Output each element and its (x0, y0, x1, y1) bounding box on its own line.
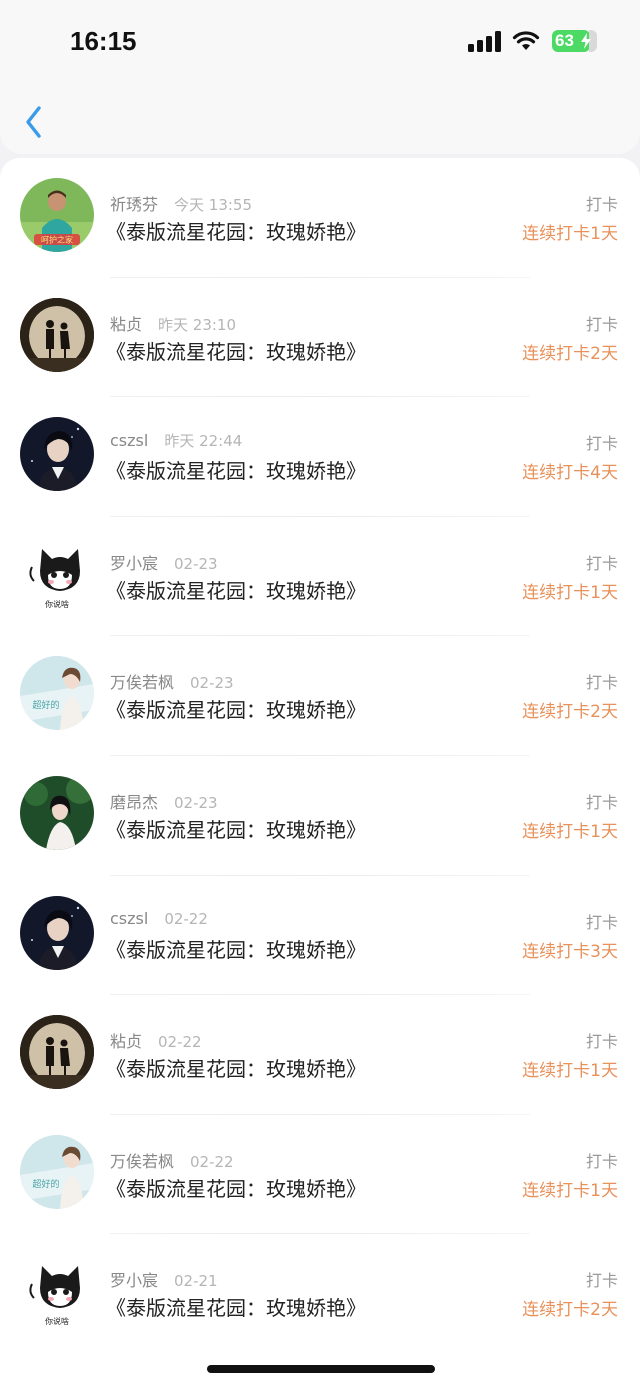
svg-text:呵护之家: 呵护之家 (41, 235, 73, 245)
checkin-tag: 打卡 (585, 195, 618, 214)
checkin-time: 02-23 (174, 554, 218, 573)
streak-label: 连续打卡1天 (522, 821, 618, 842)
item-meta: 祈琇芬 今天 13:55 (110, 191, 252, 215)
list-item[interactable]: 超好的 万俟若枫 02-22 《泰版流星花园：玫瑰娇艳》 打卡 连续打卡1天 (0, 1115, 640, 1235)
dark-portrait-avatar[interactable] (20, 895, 94, 970)
item-meta: 万俟若枫 02-22 (110, 1148, 234, 1172)
drama-title[interactable]: 《泰版流星花园：玫瑰娇艳》 (106, 1053, 366, 1082)
cartoon-cat-avatar[interactable]: 你说啥 (20, 1254, 94, 1329)
user-name[interactable]: cszsl (110, 909, 148, 928)
checkin-time: 02-23 (190, 674, 234, 693)
streak-label: 连续打卡1天 (522, 224, 618, 244)
item-meta: 粘贞 昨天 23:10 (110, 311, 236, 335)
list-item[interactable]: 超好的 万俟若枫 02-23 《泰版流星花园：玫瑰娇艳》 打卡 连续打卡2天 (0, 636, 640, 756)
item-meta: 磨昂杰 02-23 (110, 789, 218, 813)
drama-title[interactable]: 《泰版流星花园：玫瑰娇艳》 (106, 1292, 366, 1321)
user-name[interactable]: 粘贞 (110, 1032, 142, 1051)
item-meta: cszsl 昨天 22:44 (110, 430, 242, 451)
wifi-icon (512, 31, 540, 50)
svg-text:你说啥: 你说啥 (45, 599, 69, 609)
streak-label: 连续打卡3天 (522, 941, 618, 962)
user-name[interactable]: cszsl (110, 431, 148, 450)
svg-text:你说啥: 你说啥 (45, 1316, 69, 1326)
status-time: 16:15 (70, 26, 137, 56)
checkin-tag: 打卡 (585, 912, 618, 932)
checkin-list: 呵护之家 祈琇芬 今天 13:55 《泰版流星花园：玫瑰娇艳》 打卡 连续打卡1天… (0, 158, 640, 1350)
cartoon-cat-avatar[interactable]: 你说啥 (20, 536, 94, 611)
drama-title[interactable]: 《泰版流星花园：玫瑰娇艳》 (106, 575, 366, 604)
user-name[interactable]: 粘贞 (110, 315, 142, 334)
drama-title[interactable]: 《泰版流星花园：玫瑰娇艳》 (106, 814, 366, 843)
drama-title[interactable]: 《泰版流星花园：玫瑰娇艳》 (106, 934, 366, 963)
list-item[interactable]: cszsl 昨天 22:44 《泰版流星花园：玫瑰娇艳》 打卡 连续打卡4天 (0, 397, 640, 517)
user-name[interactable]: 祈琇芬 (110, 195, 158, 214)
checkin-time: 02-22 (164, 909, 208, 928)
list-item[interactable]: 呵护之家 祈琇芬 今天 13:55 《泰版流星花园：玫瑰娇艳》 打卡 连续打卡1天 (0, 158, 640, 278)
checkin-tag: 打卡 (585, 314, 618, 334)
nav-bar (0, 86, 640, 154)
svg-text:超好的: 超好的 (32, 699, 59, 711)
pastel-girl-avatar[interactable]: 超好的 (20, 1134, 94, 1209)
checkin-time: 02-21 (174, 1272, 218, 1291)
list-item[interactable]: 粘贞 02-22 《泰版流星花园：玫瑰娇艳》 打卡 连续打卡1天 (0, 995, 640, 1115)
streak-label: 连续打卡1天 (522, 582, 618, 603)
list-item[interactable]: cszsl 02-22 《泰版流星花园：玫瑰娇艳》 打卡 连续打卡3天 (0, 876, 640, 996)
streak-label: 连续打卡4天 (522, 463, 618, 484)
list-item[interactable]: 粘贞 昨天 23:10 《泰版流星花园：玫瑰娇艳》 打卡 连续打卡2天 (0, 278, 640, 398)
checkin-time: 02-22 (158, 1033, 202, 1052)
checkin-tag: 打卡 (585, 673, 618, 693)
forest-girl-avatar[interactable] (20, 775, 94, 850)
streak-label: 连续打卡2天 (522, 702, 618, 723)
drama-title[interactable]: 《泰版流星花园：玫瑰娇艳》 (106, 694, 366, 723)
bottom-bar (0, 1350, 640, 1387)
checkin-time: 昨天 22:44 (164, 432, 243, 451)
item-meta: 罗小宸 02-21 (110, 1267, 218, 1291)
streak-label: 连续打卡1天 (522, 1180, 618, 1201)
user-name[interactable]: 万俟若枫 (110, 673, 174, 692)
checkin-tag: 打卡 (585, 553, 618, 573)
couple-silhouette-avatar[interactable] (20, 297, 94, 372)
checkin-tag: 打卡 (585, 1032, 618, 1052)
item-meta: cszsl 02-22 (110, 909, 208, 928)
cellular-signal-icon (468, 30, 502, 52)
item-meta: 万俟若枫 02-23 (110, 669, 234, 693)
checkin-time: 昨天 23:10 (158, 315, 237, 334)
charging-bolt-icon (581, 33, 591, 49)
streak-label: 连续打卡1天 (522, 1061, 618, 1082)
pastel-girl-avatar[interactable]: 超好的 (20, 656, 94, 731)
streak-label: 连续打卡2天 (522, 343, 618, 364)
drama-title[interactable]: 《泰版流星花园：玫瑰娇艳》 (106, 336, 366, 365)
streak-label: 连续打卡2天 (522, 1300, 618, 1321)
dark-portrait-avatar[interactable] (20, 417, 94, 492)
checkin-time: 今天 13:55 (174, 196, 253, 214)
checkin-time: 02-22 (190, 1152, 234, 1171)
user-name[interactable]: 罗小宸 (110, 554, 158, 573)
list-item[interactable]: 你说啥 罗小宸 02-21 《泰版流星花园：玫瑰娇艳》 打卡 连续打卡2天 (0, 1234, 640, 1350)
svg-text:超好的: 超好的 (32, 1178, 59, 1190)
user-name[interactable]: 罗小宸 (110, 1271, 158, 1290)
drama-title[interactable]: 《泰版流星花园：玫瑰娇艳》 (106, 216, 366, 245)
user-name[interactable]: 磨昂杰 (110, 793, 158, 812)
item-meta: 罗小宸 02-23 (110, 550, 218, 574)
back-chevron-icon[interactable] (20, 102, 50, 142)
checkin-time: 02-23 (174, 793, 218, 812)
green-portrait-avatar[interactable]: 呵护之家 (20, 178, 94, 252)
checkin-tag: 打卡 (585, 1271, 618, 1291)
checkin-tag: 打卡 (585, 792, 618, 812)
list-item[interactable]: 磨昂杰 02-23 《泰版流星花园：玫瑰娇艳》 打卡 连续打卡1天 (0, 756, 640, 876)
checkin-tag: 打卡 (585, 1151, 618, 1171)
user-name[interactable]: 万俟若枫 (110, 1152, 174, 1171)
couple-silhouette-avatar[interactable] (20, 1015, 94, 1090)
drama-title[interactable]: 《泰版流星花园：玫瑰娇艳》 (106, 1173, 366, 1202)
list-item[interactable]: 你说啥 罗小宸 02-23 《泰版流星花园：玫瑰娇艳》 打卡 连续打卡1天 (0, 517, 640, 637)
home-indicator[interactable] (207, 1365, 435, 1373)
status-bar: 16:15 63 (0, 0, 640, 86)
checkin-tag: 打卡 (585, 434, 618, 454)
item-meta: 粘贞 02-22 (110, 1028, 202, 1052)
drama-title[interactable]: 《泰版流星花园：玫瑰娇艳》 (106, 455, 366, 484)
